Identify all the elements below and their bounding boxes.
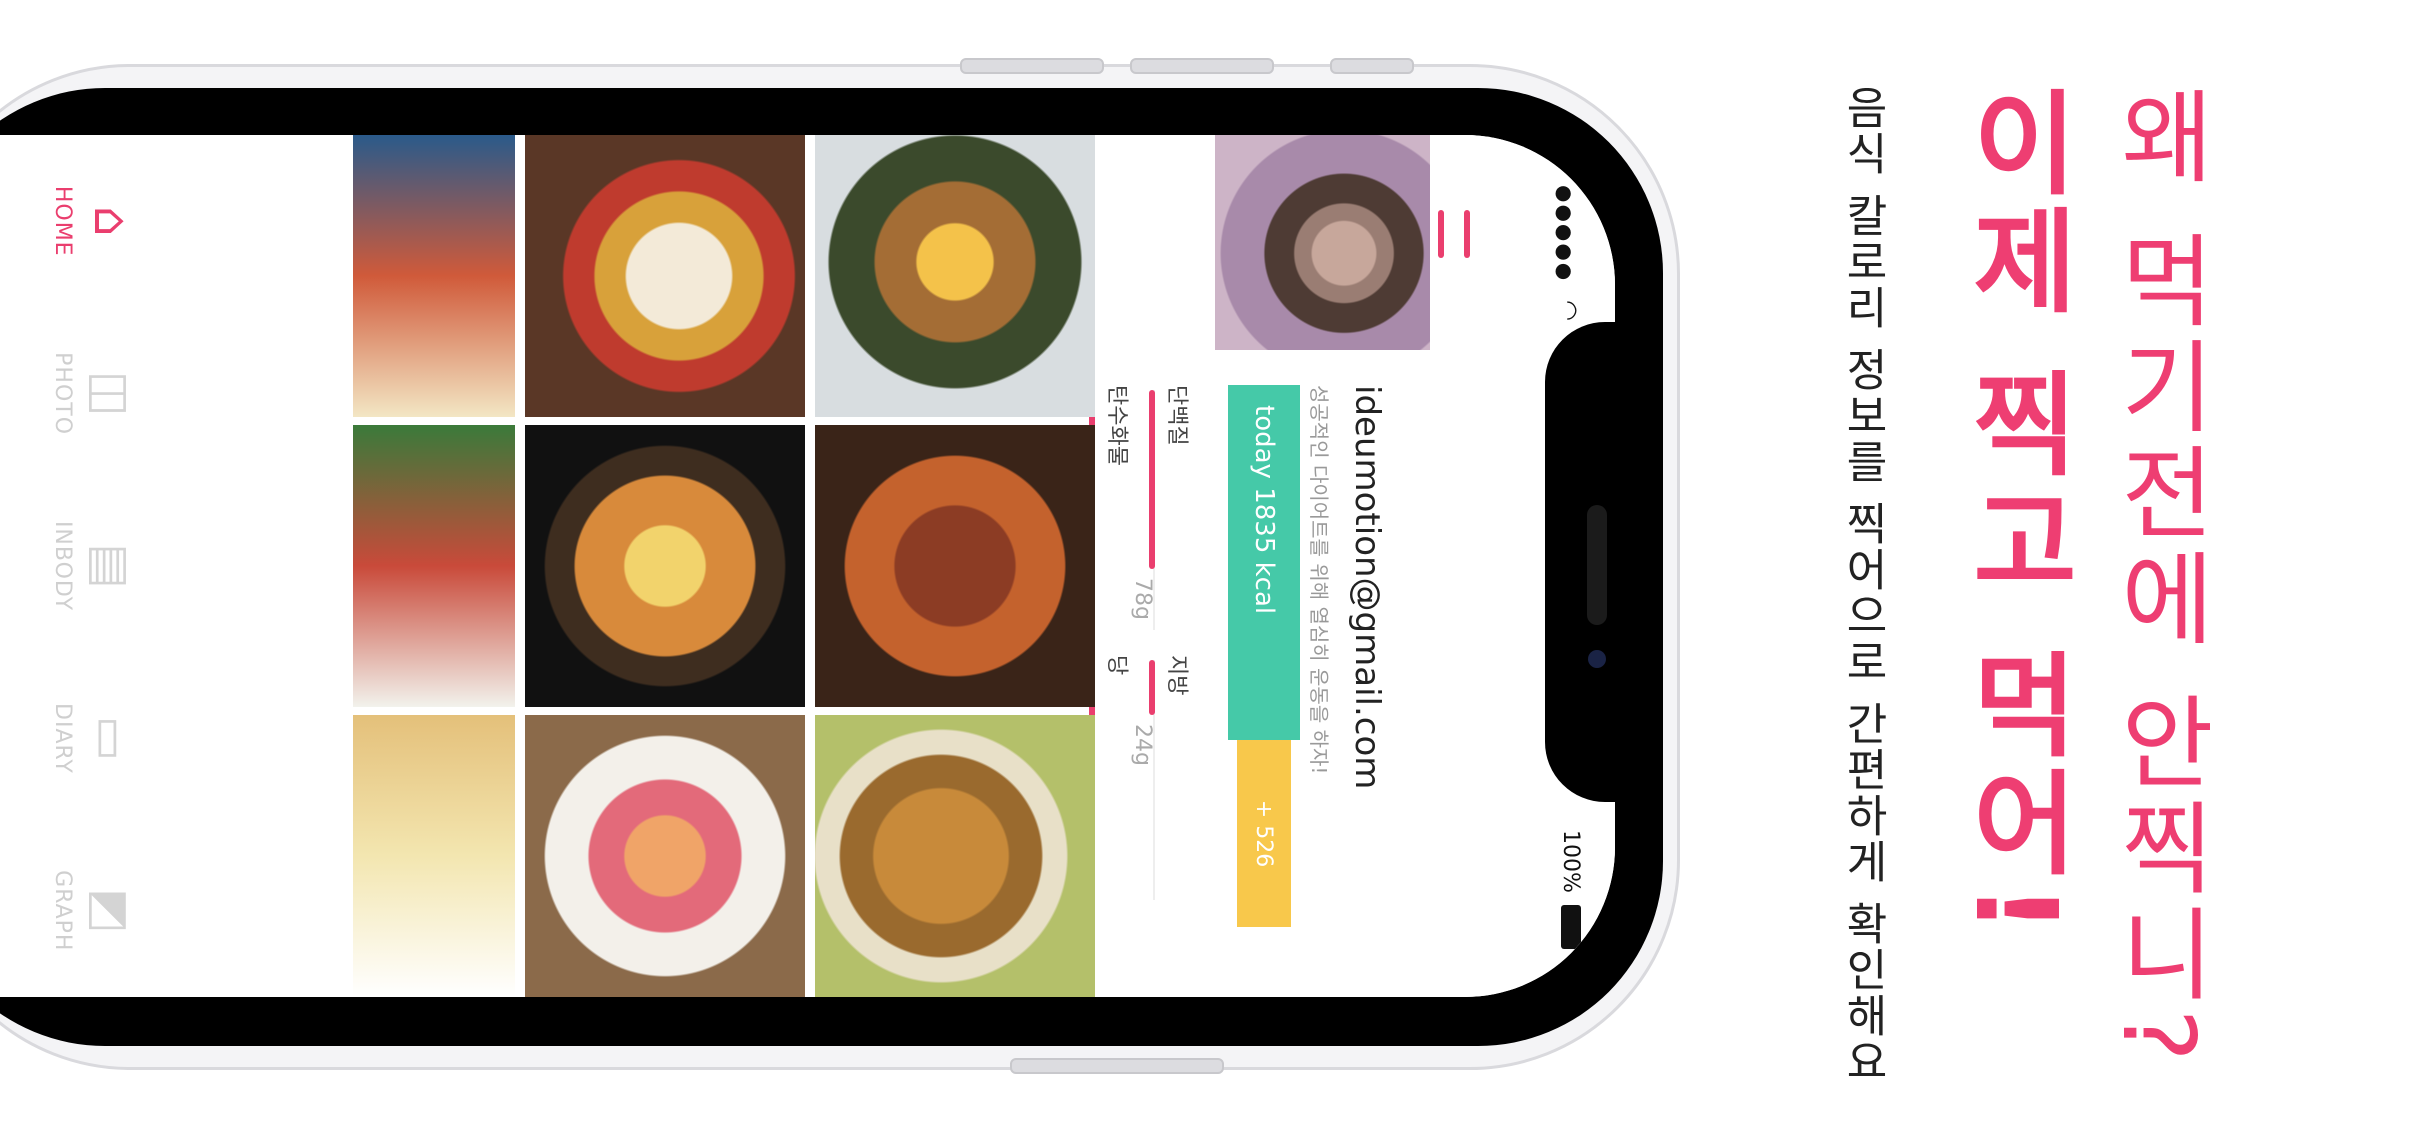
- tab-home[interactable]: ⌂ HOME: [0, 135, 163, 307]
- tab-label: PHOTO: [50, 352, 75, 436]
- headline-line1: 왜 먹기전에 안찍니?: [2100, 85, 2217, 1068]
- silent-switch: [1330, 58, 1414, 74]
- photo-grid: [353, 135, 1095, 997]
- food-photo[interactable]: [815, 715, 1095, 997]
- app-ui: ●●●●● ◠ 100% ideumotion@gmail.com 성공적인 다…: [0, 135, 1615, 997]
- food-photo[interactable]: [353, 715, 515, 997]
- headline-line2: 이제 찍고 먹어!: [1950, 85, 2080, 941]
- tab-label: HOME: [50, 185, 75, 257]
- nutrient-value: 24g: [1130, 724, 1155, 766]
- signal-icon: ●●●●●: [1553, 185, 1577, 283]
- volume-button: [1130, 58, 1274, 74]
- notebook-icon: ▭: [83, 715, 139, 762]
- battery-icon: [1561, 905, 1581, 949]
- food-photo[interactable]: [525, 425, 805, 707]
- power-button: [1010, 1058, 1224, 1074]
- nutrient-value: 78g: [1130, 578, 1155, 620]
- nutrient-label: 탄수화물: [1104, 385, 1129, 466]
- volume-button: [960, 58, 1104, 74]
- kcal-bar: today 1835 kcal + 526: [1228, 385, 1300, 927]
- avatar[interactable]: [1215, 135, 1430, 350]
- nutrient-label: 지방: [1164, 655, 1189, 696]
- scale-icon: ▤: [83, 543, 139, 589]
- headline-subtext: 음식 칼로리 정보를 찍어으로 간편하게 확인해요: [1837, 85, 1888, 1085]
- tab-inbody[interactable]: ▤ INBODY: [0, 480, 163, 652]
- phone-screen: ●●●●● ◠ 100% ideumotion@gmail.com 성공적인 다…: [0, 135, 1615, 997]
- tab-bar: ⌂ HOME ◫ PHOTO ▤ INBODY ▭ DIARY ◩ GRAPH: [0, 135, 163, 997]
- food-photo[interactable]: [815, 425, 1095, 707]
- nutrient-label: 당: [1104, 655, 1129, 676]
- nutrient-bar: [1149, 390, 1155, 569]
- chart-icon: ◩: [83, 888, 139, 934]
- tab-label: INBODY: [50, 520, 75, 612]
- food-photo[interactable]: [353, 135, 515, 417]
- profile-motto: 성공적인 다이어트를 위해 열심히 운동을 하자!: [1307, 385, 1331, 775]
- phone-speaker: [1587, 505, 1607, 625]
- extra-kcal: + 526: [1237, 740, 1291, 927]
- promo-headline: 왜 먹기전에 안찍니? 이제 찍고 먹어! 음식 칼로리 정보를 찍어으로 간편…: [1830, 85, 2231, 1085]
- profile-email: ideumotion@gmail.com: [1347, 385, 1387, 790]
- camera-icon: ◫: [83, 370, 139, 417]
- food-photo[interactable]: [353, 425, 515, 707]
- tab-label: DIARY: [50, 703, 75, 774]
- food-photo[interactable]: [525, 715, 805, 997]
- nutrient-bar: [1149, 660, 1155, 715]
- tab-diary[interactable]: ▭ DIARY: [0, 652, 163, 824]
- nutrient-label: 단백질: [1164, 385, 1189, 446]
- food-photo[interactable]: [525, 135, 805, 417]
- today-kcal: today 1835 kcal: [1228, 385, 1300, 740]
- wifi-icon: ◠: [1555, 300, 1583, 321]
- tab-graph[interactable]: ◩ GRAPH: [0, 825, 163, 997]
- phone-camera: [1588, 650, 1606, 668]
- tab-photo[interactable]: ◫ PHOTO: [0, 307, 163, 479]
- battery-percent: 100%: [1558, 830, 1583, 893]
- home-icon: ⌂: [83, 205, 139, 237]
- tab-label: GRAPH: [50, 870, 75, 952]
- food-photo[interactable]: [815, 135, 1095, 417]
